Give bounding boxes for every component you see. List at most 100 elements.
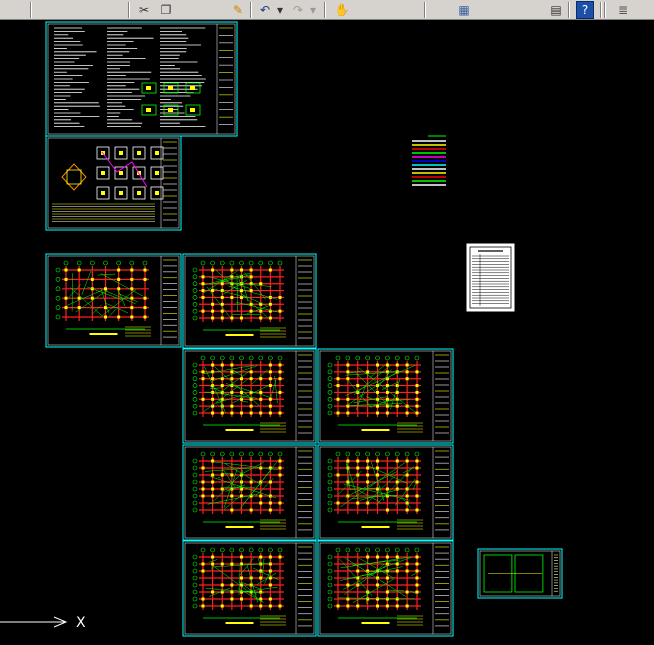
grid-bubble [258,260,264,266]
grid-bubble [327,479,333,485]
column-marker [220,316,224,320]
column-marker [201,275,205,279]
help-icon[interactable]: ? [576,1,594,19]
column-marker [220,295,224,299]
column-marker [356,569,360,573]
light-bulb-icon[interactable] [638,1,652,19]
footing-column [119,171,123,175]
column-marker [376,604,379,608]
drawing-sheet [317,444,454,541]
3d-dwf-icon[interactable] [106,1,124,19]
column-marker [249,411,253,415]
column-marker [395,404,399,408]
column-marker [143,306,147,310]
grid-bubble [248,355,254,361]
column-marker [201,597,205,601]
column-marker [220,604,224,608]
design-center-icon[interactable]: ▦ [455,1,473,19]
grid-bubble [365,547,370,553]
column-marker [336,384,340,388]
footing-detail [66,169,82,185]
column-marker [117,315,121,319]
grid-bubble [55,277,61,282]
column-marker [220,384,224,388]
column-marker [346,377,350,381]
drawing-area[interactable]: X [0,20,654,645]
calculator-icon[interactable]: ▤ [547,1,565,19]
paste-icon[interactable] [180,1,198,19]
markup-icon[interactable] [524,1,542,19]
sheet-set-icon[interactable] [501,1,519,19]
column-marker [268,377,272,381]
zoom-previous-icon[interactable] [402,1,420,19]
rebar-line [204,272,251,286]
drawing-title-bar [225,526,254,528]
column-marker [220,363,224,367]
grid-bubble [142,260,148,266]
column-marker [356,501,360,505]
rebar-line [340,556,411,569]
column-marker [278,309,282,313]
pan-icon[interactable]: ✋ [333,1,351,19]
undo-icon[interactable]: ↶ [256,1,274,19]
column-marker [201,370,205,374]
save-icon[interactable] [8,1,26,19]
redo-icon[interactable]: ↷ [289,1,307,19]
column-marker [211,302,215,306]
ucs-icon: X [0,615,86,631]
grid-bubble [385,451,390,457]
column-marker [415,459,419,463]
column-marker [64,296,68,300]
column-marker [336,411,340,415]
zoom-window-icon[interactable] [378,1,396,19]
toolbar-separator [30,2,32,18]
layers-icon[interactable]: ≣ [614,1,632,19]
grid-bubble [192,479,198,485]
cut-icon[interactable]: ✂ [135,1,153,19]
grid-bubble [355,451,361,457]
grid-bubble [365,355,370,361]
grid-bubble [192,383,198,388]
rebar-line [236,274,238,312]
column-marker [249,604,253,608]
column-marker [346,363,350,367]
column-marker [376,459,379,463]
column-marker [230,390,234,394]
grid-bubble [192,396,198,402]
column-marker [278,411,282,415]
zoom-realtime-icon[interactable] [355,1,373,19]
publish-icon[interactable] [83,1,101,19]
column-marker [211,268,215,272]
rebar-line [411,573,416,577]
tool-palettes-icon[interactable] [478,1,496,19]
grid-bubble [192,575,198,581]
properties-icon[interactable] [431,1,449,19]
copy-icon[interactable]: ❐ [157,1,175,19]
grid-bubble [55,267,61,273]
grid-bubble [355,355,361,361]
column-marker [211,289,215,293]
print-icon[interactable] [37,1,55,19]
plot-preview-icon[interactable] [59,1,77,19]
rebar-line [262,557,265,578]
grid-bubble [248,260,254,266]
match-properties-icon[interactable]: ✎ [229,1,247,19]
column-marker [405,562,409,566]
grid-bubble [192,486,198,492]
grid-bubble [268,451,273,457]
grid-bubble [63,260,69,266]
column-marker [346,459,350,463]
column-marker [395,569,399,573]
column-marker [405,459,409,463]
undo-dropdown-icon[interactable]: ▾ [275,1,285,19]
column-marker [230,268,234,272]
column-marker [259,316,263,320]
column-marker [415,494,419,498]
grid-bubble [200,355,206,361]
redo-dropdown-icon[interactable]: ▾ [308,1,318,19]
column-marker [77,296,81,300]
column-marker [201,494,205,498]
column-marker [385,411,389,415]
column-marker [240,597,243,601]
column-marker [376,555,379,559]
